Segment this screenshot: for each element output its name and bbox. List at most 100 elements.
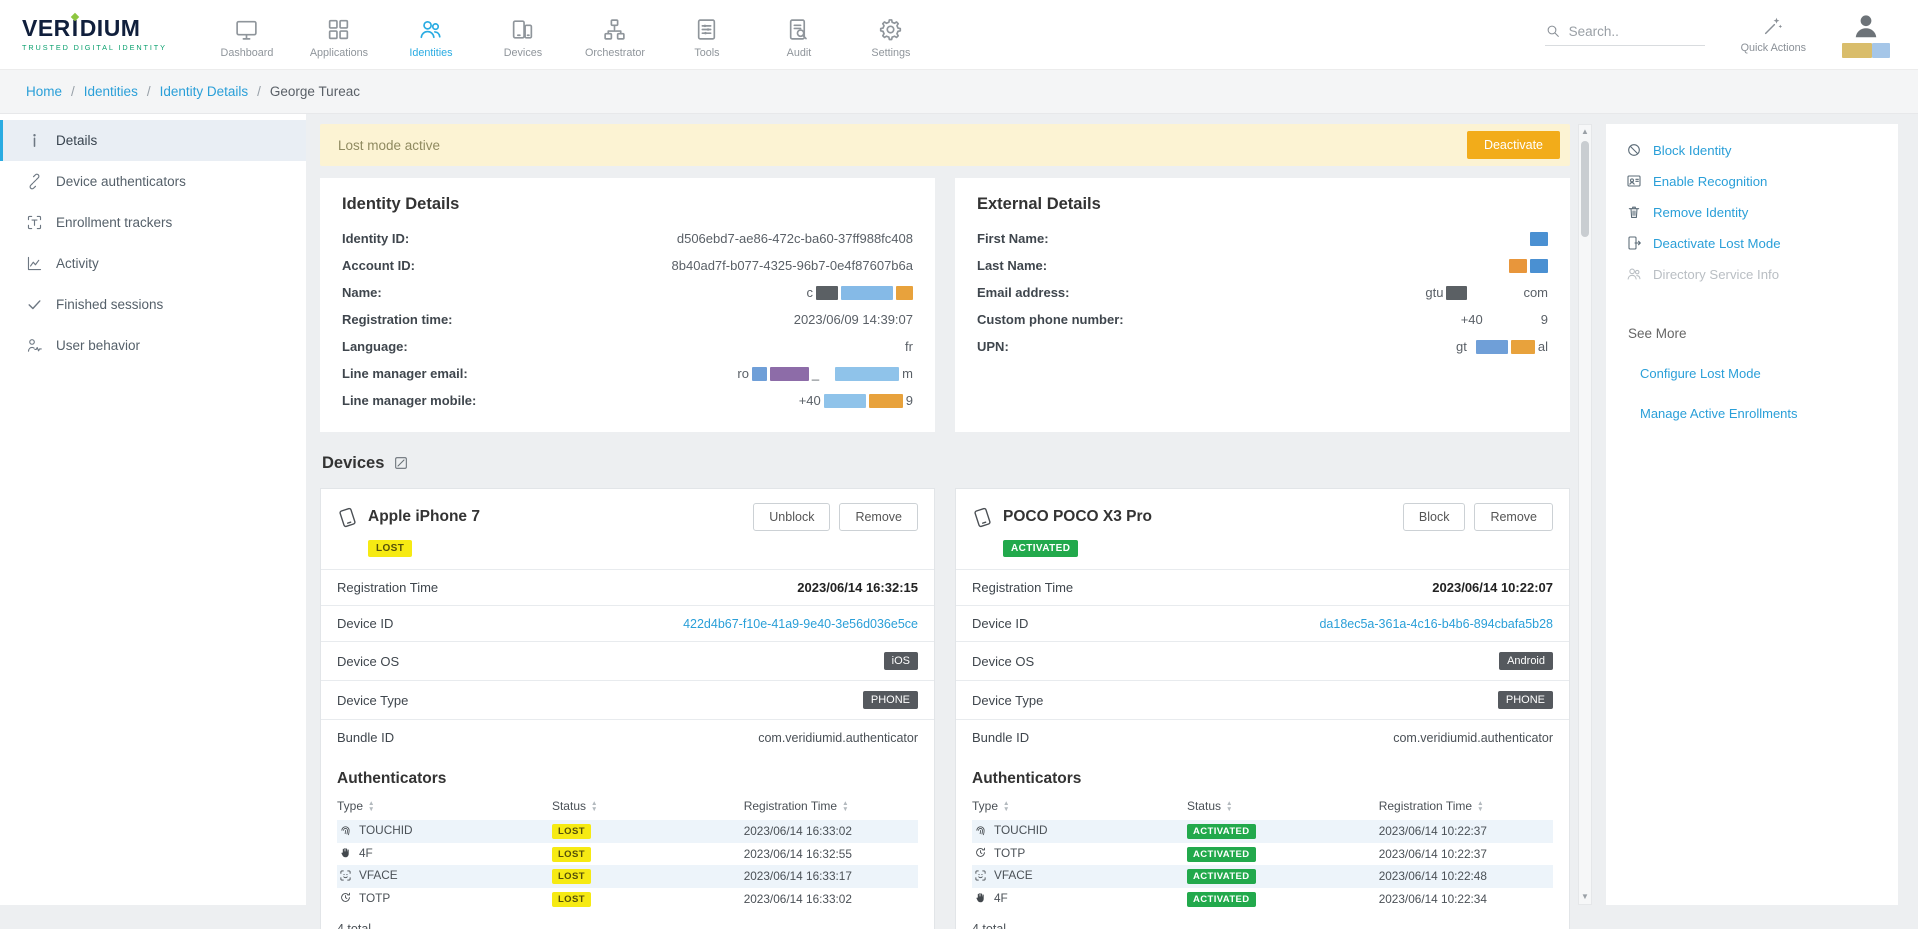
fingerprint-icon [974, 824, 987, 837]
sidebar-item-finished-sessions[interactable]: Finished sessions [0, 284, 306, 325]
remove-device-button[interactable]: Remove [1474, 503, 1553, 531]
authenticator-type-cell: TOUCHID [972, 823, 1048, 837]
deactivate-button[interactable]: Deactivate [1467, 131, 1560, 159]
nav-item-tools[interactable]: Tools [661, 11, 753, 59]
see-more-link-configure-lost-mode[interactable]: Configure Lost Mode [1640, 366, 1878, 381]
nav-item-settings[interactable]: Settings [845, 11, 937, 59]
action-label: Enable Recognition [1653, 174, 1767, 189]
authenticator-time: 2023/06/14 10:22:48 [1379, 865, 1553, 888]
action-block-identity[interactable]: Block Identity [1626, 142, 1878, 158]
authenticator-row[interactable]: TOUCHIDACTIVATED2023/06/14 10:22:37 [972, 820, 1553, 843]
field-value: +409 [1461, 312, 1548, 327]
sidebar-item-user-behavior[interactable]: User behavior [0, 325, 306, 366]
redaction-block [835, 367, 899, 381]
column-header-status[interactable]: Status▲▼ [1187, 797, 1379, 820]
authenticator-type: 4F [359, 846, 373, 860]
redaction-gap [822, 373, 832, 374]
user-avatar-icon [1851, 11, 1881, 41]
field-row: Line manager mobile:+409 [342, 387, 913, 414]
device-field-row: Device OSAndroid [956, 641, 1569, 680]
redaction-block [869, 394, 903, 408]
authenticator-status-badge: LOST [552, 824, 591, 839]
block-device-button[interactable]: Block [1403, 503, 1466, 531]
search-input[interactable] [1569, 24, 1705, 39]
field-label: Line manager mobile: [342, 393, 476, 408]
main-scrollbar[interactable]: ▲ ▼ [1578, 124, 1592, 905]
device-field-label: Device Type [972, 693, 1043, 708]
device-field-value-badge: PHONE [1498, 691, 1553, 709]
sidebar-item-details[interactable]: Details [0, 120, 306, 161]
authenticator-status-badge: LOST [552, 869, 591, 884]
unblock-device-button[interactable]: Unblock [753, 503, 830, 531]
sidebar-item-device-authenticators[interactable]: Device authenticators [0, 161, 306, 202]
remove-device-button[interactable]: Remove [839, 503, 918, 531]
redaction-block [824, 394, 866, 408]
lost-mode-banner: Lost mode active Deactivate [320, 124, 1570, 166]
veridium-logo[interactable]: VERIDIUM TRUSTED DIGITAL IDENTITY [22, 17, 167, 52]
devices-section-title: Devices [322, 450, 1570, 476]
nav-item-audit[interactable]: Audit [753, 11, 845, 59]
device-id-link[interactable]: 422d4b67-f10e-41a9-9e40-3e56d036e5ce [683, 617, 918, 631]
field-row: Last Name: [977, 252, 1548, 279]
breadcrumb-separator: / [147, 84, 151, 99]
authenticator-row[interactable]: TOTPACTIVATED2023/06/14 10:22:37 [972, 843, 1553, 866]
field-label: Email address: [977, 285, 1070, 300]
device-field-value: com.veridiumid.authenticator [758, 731, 918, 745]
content-area: DetailsDevice authenticatorsEnrollment t… [0, 114, 1918, 929]
face-icon [974, 869, 987, 882]
authenticator-row[interactable]: 4FLOST2023/06/14 16:32:55 [337, 843, 918, 866]
see-more-link-manage-active-enrollments[interactable]: Manage Active Enrollments [1640, 406, 1878, 421]
device-field-row: Bundle IDcom.veridiumid.authenticator [956, 719, 1569, 755]
brand-name: VERIDIUM [22, 17, 167, 40]
fingerprint-icon [339, 824, 352, 837]
sidebar-item-enrollment-trackers[interactable]: Enrollment trackers [0, 202, 306, 243]
column-header-registration-time[interactable]: Registration Time▲▼ [744, 797, 918, 820]
field-value: gt al [1456, 339, 1548, 354]
authenticator-type: TOTP [359, 891, 390, 905]
nav-item-identities[interactable]: Identities [385, 11, 477, 59]
devices-icon [510, 17, 535, 42]
authenticator-row[interactable]: 4FACTIVATED2023/06/14 10:22:34 [972, 888, 1553, 911]
nav-item-dashboard[interactable]: Dashboard [201, 11, 293, 59]
action-deactivate-lost-mode[interactable]: Deactivate Lost Mode [1626, 235, 1878, 251]
device-status-row: LOST [321, 531, 934, 569]
redaction-block [770, 367, 809, 381]
top-bar: VERIDIUM TRUSTED DIGITAL IDENTITY Dashbo… [0, 0, 1918, 70]
device-field-row: Device OSiOS [321, 641, 934, 680]
authenticator-row[interactable]: VFACELOST2023/06/14 16:33:17 [337, 865, 918, 888]
nav-item-orchestrator[interactable]: Orchestrator [569, 11, 661, 59]
trash-icon [1626, 204, 1642, 220]
breadcrumb-item-identities[interactable]: Identities [84, 84, 138, 99]
nav-item-applications[interactable]: Applications [293, 11, 385, 59]
column-header-type[interactable]: Type▲▼ [972, 797, 1187, 820]
devices-action-icon[interactable] [393, 455, 409, 471]
search-box[interactable] [1545, 23, 1705, 46]
breadcrumb-item-identity-details[interactable]: Identity Details [160, 84, 249, 99]
device-id-link[interactable]: da18ec5a-361a-4c16-b4b6-894cbafa5b28 [1319, 617, 1553, 631]
scroll-up-arrow[interactable]: ▲ [1581, 125, 1589, 139]
sidebar-item-activity[interactable]: Activity [0, 243, 306, 284]
quick-actions-button[interactable]: Quick Actions [1741, 15, 1806, 54]
field-value-text: al [1538, 339, 1548, 354]
field-row: Registration time:2023/06/09 14:39:07 [342, 306, 913, 333]
scroll-thumb[interactable] [1581, 141, 1589, 237]
authenticator-type-cell: VFACE [972, 868, 1033, 882]
column-header-registration-time[interactable]: Registration Time▲▼ [1379, 797, 1553, 820]
nav-item-devices[interactable]: Devices [477, 11, 569, 59]
authenticator-row[interactable]: TOTPLOST2023/06/14 16:33:02 [337, 888, 918, 911]
brand-tagline: TRUSTED DIGITAL IDENTITY [22, 43, 167, 52]
external-details-card: External Details First Name:Last Name:Em… [955, 178, 1570, 432]
scroll-down-arrow[interactable]: ▼ [1581, 890, 1589, 904]
authenticator-row[interactable]: TOUCHIDLOST2023/06/14 16:33:02 [337, 820, 918, 843]
column-header-status[interactable]: Status▲▼ [552, 797, 744, 820]
action-enable-recognition[interactable]: Enable Recognition [1626, 173, 1878, 189]
action-remove-identity[interactable]: Remove Identity [1626, 204, 1878, 220]
authenticator-type: 4F [994, 891, 1008, 905]
field-value-text: gt [1456, 339, 1467, 354]
field-value-text: 9 [906, 393, 913, 408]
breadcrumb-item-home[interactable]: Home [26, 84, 62, 99]
user-menu[interactable] [1842, 11, 1890, 59]
authenticator-row[interactable]: VFACEACTIVATED2023/06/14 10:22:48 [972, 865, 1553, 888]
column-header-type[interactable]: Type▲▼ [337, 797, 552, 820]
device-field-row: Bundle IDcom.veridiumid.authenticator [321, 719, 934, 755]
